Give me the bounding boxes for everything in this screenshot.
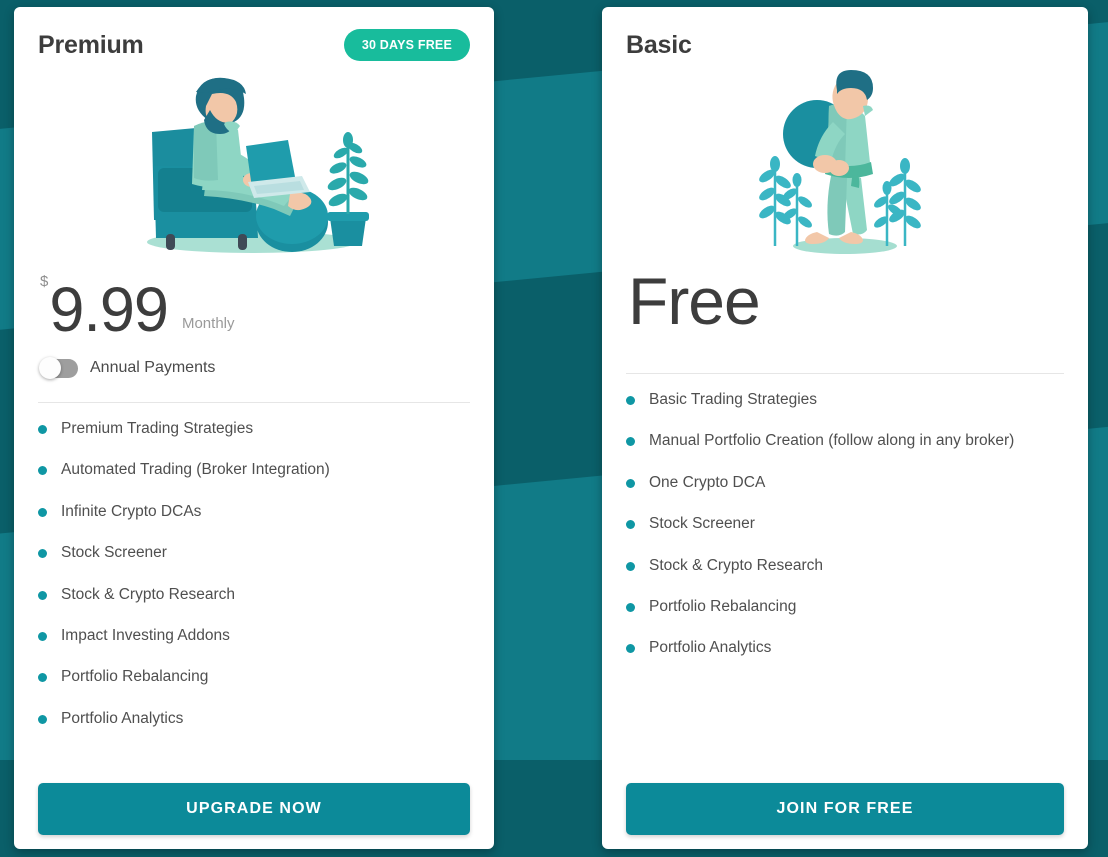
bullet-icon (626, 602, 635, 612)
feature-label: Automated Trading (Broker Integration) (61, 461, 330, 479)
bullet-icon (38, 507, 47, 517)
feature-label: Manual Portfolio Creation (follow along … (649, 432, 1015, 450)
price-amount: 9.99 (49, 275, 169, 346)
feature-label: Infinite Crypto DCAs (61, 502, 202, 520)
pricing-card-premium: Premium 30 DAYS FREE $ 9.99 Monthly Annu… (14, 7, 494, 849)
list-item: One Crypto DCA (626, 473, 1064, 492)
basic-card-header: Basic (626, 25, 1064, 65)
list-item: Portfolio Analytics (38, 709, 470, 728)
bullet-icon (626, 396, 635, 405)
basic-divider (626, 373, 1064, 374)
bullet-icon (626, 561, 635, 571)
feature-label: Stock & Crypto Research (649, 556, 824, 574)
feature-label: Portfolio Rebalancing (649, 597, 797, 615)
bullet-icon (38, 590, 47, 600)
bullet-icon (38, 631, 47, 641)
list-item: Portfolio Analytics (626, 638, 1064, 657)
list-item: Stock Screener (626, 514, 1064, 533)
premium-trial-badge: 30 DAYS FREE (343, 29, 470, 61)
man-relaxing-with-laptop-illustration (38, 69, 470, 259)
annual-payments-toggle[interactable] (39, 357, 78, 379)
upgrade-now-button[interactable]: UPGRADE NOW (38, 783, 470, 835)
list-item: Stock & Crypto Research (626, 556, 1064, 575)
premium-price: $ 9.99 Monthly (40, 269, 470, 346)
currency-symbol: $ (40, 273, 49, 290)
annual-payments-label: Annual Payments (90, 359, 216, 376)
feature-label: Stock Screener (61, 544, 167, 562)
basic-plan-title: Basic (626, 30, 692, 59)
list-item: Basic Trading Strategies (626, 390, 1064, 409)
bullet-icon (38, 466, 47, 476)
premium-divider (38, 402, 470, 403)
list-item: Portfolio Rebalancing (626, 597, 1064, 616)
feature-label: Premium Trading Strategies (61, 420, 254, 437)
bullet-icon (38, 549, 47, 559)
feature-label: Impact Investing Addons (61, 626, 230, 644)
join-for-free-button[interactable]: JOIN FOR FREE (626, 783, 1064, 835)
bullet-icon (626, 644, 635, 654)
feature-label: Stock & Crypto Research (61, 585, 236, 603)
list-item: Automated Trading (Broker Integration) (38, 460, 470, 479)
annual-payments-toggle-row[interactable]: Annual Payments (39, 355, 470, 381)
feature-label: One Crypto DCA (649, 473, 766, 491)
price-period: Monthly (181, 315, 235, 332)
pricing-cards-container: Premium 30 DAYS FREE $ 9.99 Monthly Annu… (0, 0, 1108, 857)
person-holding-ball-illustration (626, 69, 1064, 259)
feature-label: Stock Screener (649, 515, 755, 533)
pricing-card-basic: Basic Free Basic Trading Strategies Manu… (602, 7, 1088, 849)
premium-feature-list: Premium Trading Strategies Automated Tra… (38, 419, 470, 783)
bullet-icon (38, 425, 47, 434)
feature-label: Portfolio Rebalancing (61, 668, 209, 686)
list-item: Infinite Crypto DCAs (38, 502, 470, 521)
list-item: Impact Investing Addons (38, 626, 470, 645)
list-item: Stock Screener (38, 543, 470, 562)
premium-card-header: Premium 30 DAYS FREE (38, 25, 470, 65)
feature-label: Portfolio Analytics (61, 709, 184, 727)
toggle-knob (39, 357, 61, 379)
bullet-icon (626, 520, 635, 530)
list-item: Premium Trading Strategies (38, 419, 470, 438)
basic-price-free: Free (628, 264, 761, 338)
bullet-icon (626, 437, 635, 447)
bullet-icon (626, 478, 635, 488)
feature-label: Portfolio Analytics (649, 639, 772, 657)
list-item: Stock & Crypto Research (38, 585, 470, 604)
list-item: Portfolio Rebalancing (38, 667, 470, 686)
basic-feature-list: Basic Trading Strategies Manual Portfoli… (626, 390, 1064, 783)
bullet-icon (38, 714, 47, 724)
feature-label: Basic Trading Strategies (649, 391, 818, 408)
bullet-icon (38, 673, 47, 683)
list-item: Manual Portfolio Creation (follow along … (626, 431, 1064, 450)
premium-plan-title: Premium (38, 30, 144, 59)
